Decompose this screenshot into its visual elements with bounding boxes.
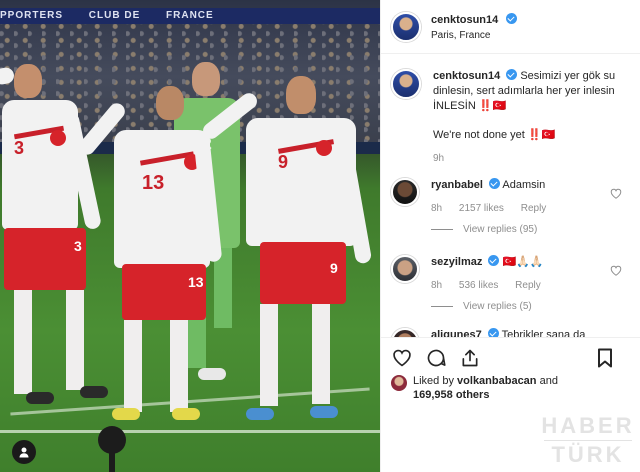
post-location[interactable]: Paris, France [431,28,517,43]
heart-icon [393,349,411,367]
player-arm [0,66,16,86]
player-head [14,64,42,98]
player-head [156,86,184,120]
comment-text: Tebrikler sana da [501,329,586,337]
bookmark-icon [598,348,612,368]
shirt-crest [316,140,332,156]
save-button[interactable] [594,347,616,369]
comment-username[interactable]: sezyilmaz [431,256,482,268]
comment-meta: 8h 536 likes Reply [431,278,630,293]
likes-prefix: Liked by [413,375,454,387]
likes-summary: Liked by volkanbabacan and 169,958 other… [391,374,631,402]
author-avatar[interactable] [391,69,421,99]
shorts-number: 13 [188,274,204,290]
comment-time: 8h [431,280,443,291]
comment-likes[interactable]: 2157 likes [459,203,504,214]
player-shorts [122,264,206,320]
player-leg [312,304,330,404]
player-leg [66,290,84,390]
comment-text: 🇹🇷🙏🏻🙏🏻 [502,256,544,268]
player-9: 9 9 [199,74,376,434]
tagged-users-icon[interactable] [12,440,36,464]
author-username[interactable]: cenktosun14 [431,14,498,26]
like-comment-heart-icon[interactable] [610,265,622,276]
caption-text-line2: We're not done yet ‼️🇹🇷 [433,129,556,141]
commenter-avatar[interactable] [391,178,419,206]
likes-and: and [539,375,558,387]
verified-badge-icon [505,12,517,24]
comment: aliguneş7 Tebrikler sana da [381,328,640,337]
player-13: 13 13 [75,82,223,430]
likes-count[interactable]: 169,958 others [413,389,489,401]
comment-bubble-icon [427,349,446,366]
comment-time: 8h [431,203,443,214]
shorts-number: 3 [74,238,82,254]
comment-button[interactable] [425,347,447,369]
post-photo[interactable]: PPORTERS CLUB DE FRANCE 3 3 12 1 [0,0,380,472]
replies-dash [431,229,453,230]
reply-button[interactable]: Reply [515,280,541,291]
shorts-number: 9 [330,260,338,276]
verified-badge-icon [488,255,500,266]
player-leg [260,304,278,406]
comment-username[interactable]: ryanbabel [431,179,483,191]
banner-text-2: CLUB DE [88,10,141,21]
stadium-banner: PPORTERS CLUB DE FRANCE [0,8,380,24]
comments-section[interactable]: cenktosun14 Sesimizi yer gök su dinlesin… [381,55,640,337]
player-boot [26,392,54,404]
microphone-stand [109,448,115,472]
comment-username[interactable]: aliguneş7 [431,329,482,337]
player-boot [246,408,274,420]
caption: cenktosun14 Sesimizi yer gök su dinlesin… [381,55,640,166]
post-details-panel: cenktosun14 Paris, France cenktosun14 Se… [380,0,640,472]
comment: sezyilmaz 🇹🇷🙏🏻🙏🏻 8h 536 likes Reply View… [381,255,640,314]
shirt-number: 3 [14,138,25,158]
player-shirt [246,118,356,246]
player-boot [112,408,140,420]
view-replies-label: View replies (95) [463,224,538,235]
commenter-avatar[interactable] [391,328,419,337]
player-boot [172,408,200,420]
comment: ryanbabel Adamsin 8h 2157 likes Reply Vi… [381,178,640,237]
post-header: cenktosun14 Paris, France [381,0,640,54]
comment-likes[interactable]: 536 likes [459,280,498,291]
caption-time: 9h [433,151,630,166]
share-upload-icon [462,349,478,366]
post-actions-bar [381,337,640,377]
banner-text-3: FRANCE [166,10,214,21]
verified-badge-icon [487,328,499,337]
player-leg [170,320,188,412]
verified-badge-icon [506,69,518,80]
view-replies-button[interactable]: View replies (95) [431,222,630,237]
view-replies-label: View replies (5) [463,301,532,312]
comment-text: Adamsin [502,179,546,191]
watermark-line-2: TÜRK [551,442,625,467]
like-button[interactable] [391,347,413,369]
banner-text-1: PPORTERS [0,10,64,21]
player-leg [124,320,142,412]
player-head [286,76,316,114]
shirt-number: 9 [278,152,289,172]
liker-avatar[interactable] [391,375,407,391]
comment-meta: 8h 2157 likes Reply [431,201,630,216]
share-button[interactable] [459,347,481,369]
view-replies-button[interactable]: View replies (5) [431,299,630,314]
player-boot [310,406,338,418]
replies-dash [431,306,453,307]
reply-button[interactable]: Reply [521,203,547,214]
shirt-crest [50,130,66,146]
like-comment-heart-icon[interactable] [610,188,622,199]
watermark-divider [544,440,632,441]
caption-timestamp: 9h [433,153,445,164]
caption-username[interactable]: cenktosun14 [433,70,500,82]
author-avatar[interactable] [391,11,421,42]
verified-badge-icon [488,178,500,189]
commenter-avatar[interactable] [391,255,419,283]
likes-text: Liked by volkanbabacan and 169,958 other… [413,374,558,402]
shirt-number: 13 [142,172,165,194]
player-leg [14,290,32,394]
watermark-line-1: HABER [541,413,635,438]
liker-username[interactable]: volkanbabacan [457,375,536,387]
haberturk-watermark-logo: HABER TÜRK [540,414,636,467]
